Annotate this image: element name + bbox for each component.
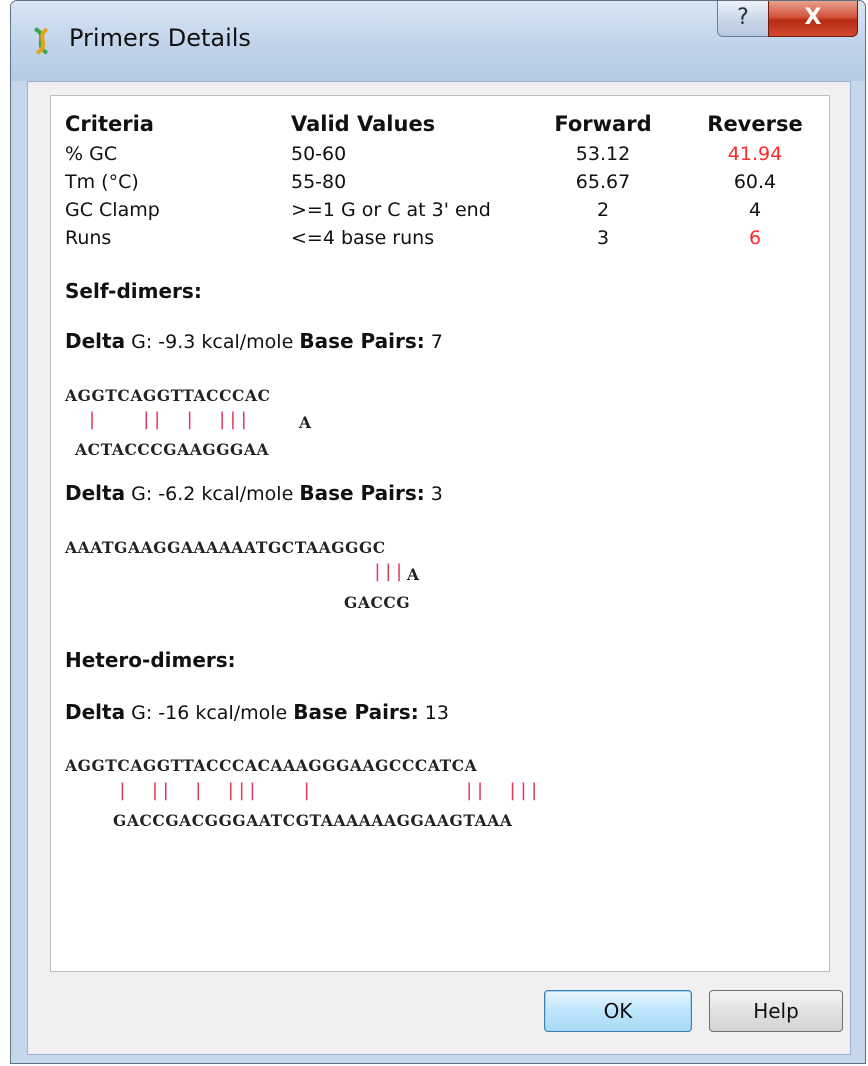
help-button[interactable]: Help <box>709 990 843 1032</box>
row-tm-reverse: 60.4 <box>733 171 777 193</box>
row-gc-reverse: 41.94 <box>727 143 783 165</box>
base-pairs-value: 13 <box>424 702 449 724</box>
delta-value: G: -6.2 kcal/mole <box>131 483 294 505</box>
hetero-dimer-1-top-seq: AGGTCAGGTTACCCACAAAGGGAAGCCCATCA <box>65 756 478 775</box>
row-tm-forward: 65.67 <box>575 171 631 193</box>
self-dimer-2-energy: Delta G: -6.2 kcal/mole Base Pairs: 3 <box>65 481 443 505</box>
header-reverse: Reverse <box>707 112 803 136</box>
row-gcclamp-forward: 2 <box>596 199 610 221</box>
self-dimers-heading: Self-dimers: <box>65 279 202 303</box>
hetero-dimer-1-bonds: | || | ||| | || ||| <box>117 780 540 801</box>
row-gc-forward: 53.12 <box>575 143 631 165</box>
delta-value: G: -9.3 kcal/mole <box>131 331 294 353</box>
row-gc-criteria: % GC <box>65 143 118 165</box>
title-bar[interactable]: Primers Details ? X <box>11 1 865 81</box>
primers-details-dialog: Primers Details ? X Criteria Valid Value… <box>10 0 866 1064</box>
header-criteria: Criteria <box>65 112 154 136</box>
row-gcclamp-criteria: GC Clamp <box>65 199 160 221</box>
row-runs-forward: 3 <box>596 227 610 249</box>
hetero-dimer-1-energy: Delta G: -16 kcal/mole Base Pairs: 13 <box>65 700 449 724</box>
base-pairs-label: Base Pairs: <box>299 329 425 353</box>
self-dimer-2-bonds: ||| <box>372 561 405 582</box>
delta-label: Delta <box>65 700 126 724</box>
delta-value: G: -16 kcal/mole <box>131 702 288 724</box>
self-dimer-2-top-seq: AAATGAAGGAAAAAATGCTAAGGGC <box>65 538 386 557</box>
dialog-body: Criteria Valid Values Forward Reverse % … <box>27 81 851 1055</box>
self-dimer-1-bonds: | || | ||| <box>65 409 250 430</box>
base-pairs-label: Base Pairs: <box>293 700 419 724</box>
self-dimer-2-overhang: A <box>407 565 420 584</box>
self-dimer-1-bottom-seq: ACTACCCGAAGGGAA <box>75 440 270 459</box>
delta-label: Delta <box>65 481 126 505</box>
row-runs-reverse: 6 <box>748 227 762 249</box>
row-gcclamp-valid: >=1 G or C at 3' end <box>291 199 491 221</box>
base-pairs-value: 3 <box>430 483 443 505</box>
row-gc-valid: 50-60 <box>291 143 347 165</box>
primer-app-icon <box>33 27 49 55</box>
header-valid-values: Valid Values <box>291 112 436 136</box>
ok-button[interactable]: OK <box>544 990 692 1032</box>
self-dimer-1-energy: Delta G: -9.3 kcal/mole Base Pairs: 7 <box>65 329 443 353</box>
row-tm-valid: 55-80 <box>291 171 347 193</box>
window-title: Primers Details <box>69 24 251 52</box>
titlebar-help-button[interactable]: ? <box>717 1 769 37</box>
self-dimer-1-top-seq: AGGTCAGGTTACCCAC <box>65 386 271 405</box>
delta-label: Delta <box>65 329 126 353</box>
row-gcclamp-reverse: 4 <box>748 199 762 221</box>
details-panel: Criteria Valid Values Forward Reverse % … <box>50 95 830 972</box>
hetero-dimer-1-bottom-seq: GACCGACGGGAATCGTAAAAAAGGAAGTAAA <box>113 811 513 830</box>
hetero-dimers-heading: Hetero-dimers: <box>65 648 236 672</box>
header-forward: Forward <box>554 112 652 136</box>
row-runs-valid: <=4 base runs <box>291 227 435 249</box>
close-button[interactable]: X <box>768 1 858 37</box>
base-pairs-label: Base Pairs: <box>299 481 425 505</box>
row-tm-criteria: Tm (°C) <box>65 171 139 193</box>
self-dimer-1-overhang: A <box>299 413 312 432</box>
self-dimer-2-bottom-seq: GACCG <box>344 593 411 612</box>
base-pairs-value: 7 <box>430 331 443 353</box>
row-runs-criteria: Runs <box>65 227 112 249</box>
